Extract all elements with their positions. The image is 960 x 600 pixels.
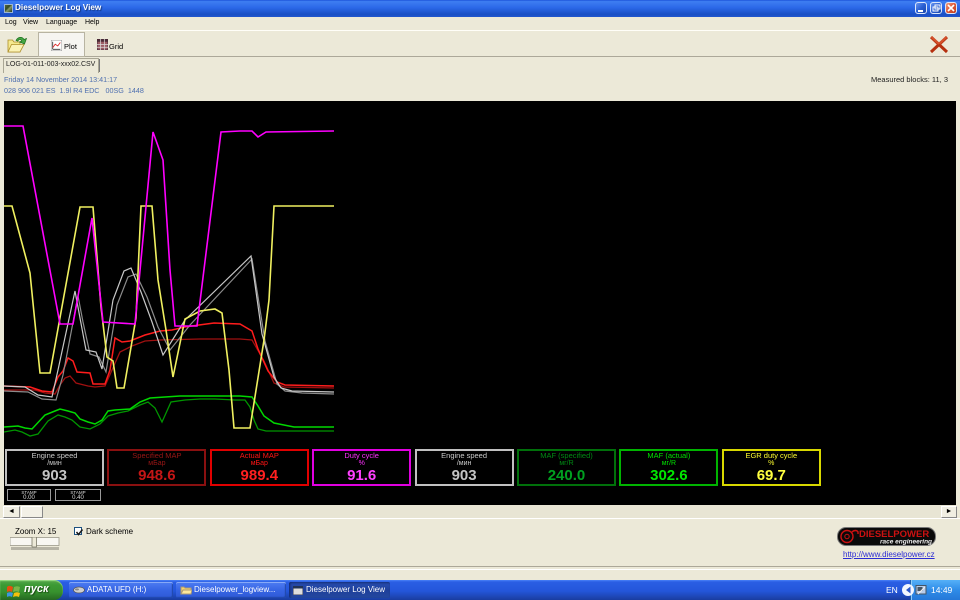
svg-text:race engineering: race engineering [880, 539, 932, 546]
